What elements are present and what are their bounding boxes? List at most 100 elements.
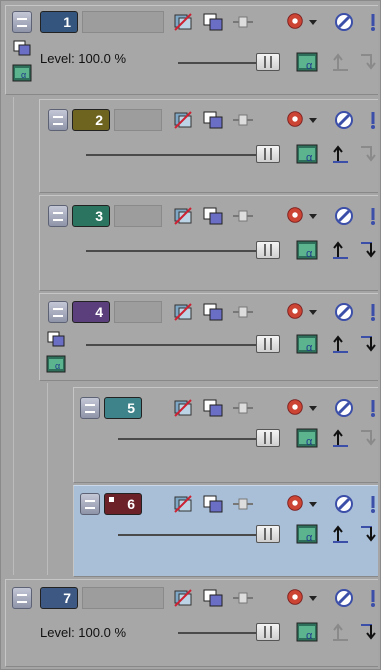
automation-settings-icon[interactable] [284,493,306,513]
solo-icon[interactable] [362,206,381,226]
level-slider-thumb[interactable] [256,623,280,641]
parent-mask-icon[interactable] [358,622,380,642]
solo-icon[interactable] [362,12,381,32]
parent-composite-icon[interactable] [330,240,352,260]
automation-dropdown-arrow[interactable] [309,310,317,315]
level-slider-track[interactable] [86,344,258,346]
automation-dropdown-arrow[interactable] [309,20,317,25]
track-motion-icon[interactable] [202,110,224,130]
alpha-channel-icon[interactable]: α [296,240,318,260]
track-header-5[interactable]: 5 α [73,387,378,483]
parent-mask-icon[interactable] [358,334,380,354]
automation-settings-icon[interactable] [284,109,306,129]
track-fx-icon[interactable] [172,302,194,322]
alpha-channel-icon[interactable]: α [296,52,318,72]
make-compositing-parent-icon[interactable] [46,330,66,348]
level-slider-thumb[interactable] [256,335,280,353]
track-collapse-button[interactable] [48,205,68,227]
mute-icon[interactable] [334,302,356,322]
make-compositing-parent-icon[interactable] [12,39,32,57]
compositing-child-icon[interactable] [232,398,254,418]
level-slider-thumb[interactable] [256,53,280,71]
track-collapse-button[interactable] [48,109,68,131]
track-header-3[interactable]: 3 α [39,195,378,291]
automation-dropdown-arrow[interactable] [309,214,317,219]
alpha-channel-icon[interactable]: α [296,428,318,448]
track-motion-icon[interactable] [202,206,224,226]
alpha-channel-icon[interactable]: α [296,144,318,164]
automation-dropdown-arrow[interactable] [309,502,317,507]
compositing-child-icon[interactable] [232,588,254,608]
level-slider-thumb[interactable] [256,241,280,259]
track-header-4[interactable]: 4 α α [39,293,378,381]
make-compositing-child-icon[interactable]: α [12,64,32,82]
track-name-field[interactable] [114,301,162,323]
level-slider-track[interactable] [86,154,258,156]
mute-icon[interactable] [334,494,356,514]
level-slider-track[interactable] [178,632,258,634]
track-fx-icon[interactable] [172,12,194,32]
track-header-7[interactable]: 7 Level: 100.0 % α [5,579,378,667]
track-number-badge[interactable]: 3 [72,205,110,227]
track-number-badge[interactable]: 1 [40,11,78,33]
level-slider-track[interactable] [118,534,258,536]
automation-settings-icon[interactable] [284,397,306,417]
parent-composite-icon[interactable] [330,144,352,164]
track-motion-icon[interactable] [202,494,224,514]
level-slider-thumb[interactable] [256,429,280,447]
solo-icon[interactable] [362,588,381,608]
track-name-field[interactable] [82,11,164,33]
mute-icon[interactable] [334,110,356,130]
track-motion-icon[interactable] [202,302,224,322]
compositing-child-icon[interactable] [232,110,254,130]
track-motion-icon[interactable] [202,398,224,418]
parent-mask-icon[interactable] [358,524,380,544]
track-collapse-button[interactable] [80,397,100,419]
automation-settings-icon[interactable] [284,587,306,607]
track-collapse-button[interactable] [12,11,32,33]
automation-settings-icon[interactable] [284,301,306,321]
parent-composite-icon[interactable] [330,334,352,354]
track-collapse-button[interactable] [48,301,68,323]
level-slider-track[interactable] [178,62,258,64]
track-name-field[interactable] [82,587,164,609]
solo-icon[interactable] [362,494,381,514]
solo-icon[interactable] [362,110,381,130]
mute-icon[interactable] [334,12,356,32]
compositing-child-icon[interactable] [232,206,254,226]
automation-settings-icon[interactable] [284,11,306,31]
track-header-6[interactable]: 6 α [73,485,378,577]
track-number-badge[interactable]: 2 [72,109,110,131]
parent-composite-icon[interactable] [330,428,352,448]
solo-icon[interactable] [362,302,381,322]
track-collapse-button[interactable] [12,587,32,609]
parent-mask-icon[interactable] [358,240,380,260]
level-slider-track[interactable] [86,250,258,252]
compositing-child-icon[interactable] [232,12,254,32]
track-motion-icon[interactable] [202,12,224,32]
make-compositing-child-icon[interactable]: α [46,355,66,373]
mute-icon[interactable] [334,588,356,608]
solo-icon[interactable] [362,398,381,418]
alpha-channel-icon[interactable]: α [296,334,318,354]
level-slider-thumb[interactable] [256,525,280,543]
track-fx-icon[interactable] [172,588,194,608]
compositing-child-icon[interactable] [232,302,254,322]
track-fx-icon[interactable] [172,398,194,418]
automation-dropdown-arrow[interactable] [309,406,317,411]
level-slider-track[interactable] [118,438,258,440]
automation-dropdown-arrow[interactable] [309,118,317,123]
track-fx-icon[interactable] [172,494,194,514]
track-name-field[interactable] [114,109,162,131]
track-header-2[interactable]: 2 α [39,99,378,193]
track-fx-icon[interactable] [172,110,194,130]
alpha-channel-icon[interactable]: α [296,622,318,642]
track-number-badge[interactable]: 4 [72,301,110,323]
track-number-badge[interactable]: 6 [104,493,142,515]
track-number-badge[interactable]: 5 [104,397,142,419]
automation-dropdown-arrow[interactable] [309,596,317,601]
track-collapse-button[interactable] [80,493,100,515]
alpha-channel-icon[interactable]: α [296,524,318,544]
compositing-child-icon[interactable] [232,494,254,514]
track-name-field[interactable] [114,205,162,227]
